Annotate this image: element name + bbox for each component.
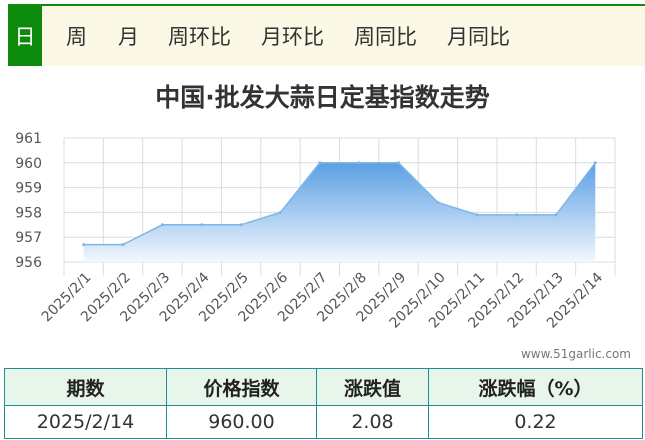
data-point[interactable]	[121, 243, 125, 247]
data-point[interactable]	[357, 161, 361, 165]
header-change-percent: 涨跌幅（%）	[428, 368, 643, 406]
data-point[interactable]	[436, 200, 440, 204]
cell-change-percent: 0.22	[428, 405, 643, 439]
y-tick-label: 958	[15, 205, 42, 221]
data-point[interactable]	[397, 161, 401, 165]
data-point[interactable]	[82, 243, 86, 247]
data-point[interactable]	[239, 223, 243, 227]
data-point[interactable]	[278, 210, 282, 214]
data-point[interactable]	[554, 213, 558, 217]
watermark: www.51garlic.com	[521, 347, 631, 361]
chart-area-layer	[82, 161, 597, 262]
data-point[interactable]	[200, 223, 204, 227]
x-axis: 2025/2/12025/2/22025/2/32025/2/42025/2/5…	[39, 269, 606, 331]
data-point[interactable]	[160, 223, 164, 227]
header-period: 期数	[4, 368, 167, 406]
y-tick-label: 961	[15, 131, 42, 147]
y-tick-label: 957	[15, 230, 42, 246]
table-row: 2025/2/14 960.00 2.08 0.22	[4, 405, 643, 439]
data-point[interactable]	[515, 213, 519, 217]
cell-change-value: 2.08	[316, 405, 429, 439]
data-point[interactable]	[475, 213, 479, 217]
cell-price-index: 960.00	[166, 405, 317, 439]
data-point[interactable]	[318, 161, 322, 165]
y-axis: 956 957 958 959 960 961	[15, 131, 42, 271]
header-price-index: 价格指数	[166, 368, 317, 406]
header-change-value: 涨跌值	[316, 368, 429, 406]
index-trend-chart: 956 957 958 959 960 961 2025/2/12025/2/22025/…	[15, 131, 631, 361]
y-tick-label: 956	[15, 255, 42, 271]
y-tick-label: 959	[15, 181, 42, 197]
cell-period: 2025/2/14	[4, 405, 167, 439]
latest-index-table: 期数 价格指数 涨跌值 涨跌幅（%） 2025/2/14 960.00 2.08…	[4, 368, 643, 439]
table-header-row: 期数 价格指数 涨跌值 涨跌幅（%）	[4, 368, 643, 406]
y-tick-label: 960	[15, 156, 42, 172]
data-point[interactable]	[593, 161, 597, 165]
